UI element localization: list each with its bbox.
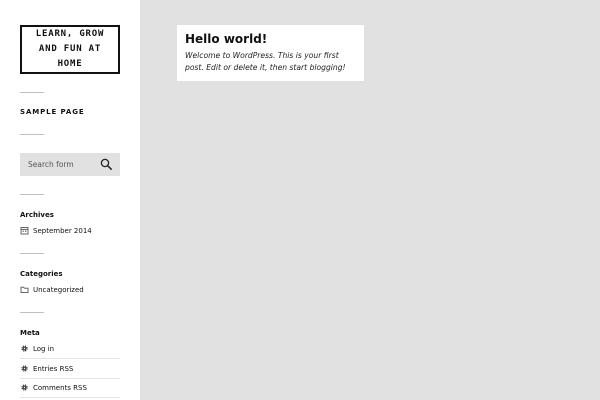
meta-item: Log in (20, 339, 120, 358)
gear-icon (20, 344, 29, 353)
archive-link-september-2014[interactable]: September 2014 (33, 227, 92, 235)
meta-item: Entries RSS (20, 359, 120, 378)
search-button[interactable] (99, 157, 114, 172)
search-input[interactable] (20, 153, 98, 176)
site-title-link[interactable]: LEARN, GROW AND FUN AT HOME (25, 27, 115, 72)
gear-icon (20, 364, 29, 373)
gear-icon (20, 383, 29, 392)
archives-title: Archives (20, 211, 54, 219)
category-link-uncategorized[interactable]: Uncategorized (33, 286, 84, 294)
separator (20, 194, 44, 195)
meta-link-log-in[interactable]: Log in (33, 345, 54, 353)
nav-sample-page[interactable]: SAMPLE PAGE (20, 108, 85, 116)
separator (20, 312, 44, 313)
meta-link-entries-rss[interactable]: Entries RSS (33, 365, 73, 373)
search-icon (100, 158, 112, 170)
search-form (20, 153, 120, 176)
categories-title: Categories (20, 270, 63, 278)
meta-title: Meta (20, 329, 40, 337)
meta-link-comments-rss[interactable]: Comments RSS (33, 384, 87, 392)
meta-item: Comments RSS (20, 378, 120, 397)
sidebar: LEARN, GROW AND FUN AT HOME SAMPLE PAGE … (0, 0, 140, 400)
divider (20, 397, 120, 398)
folder-icon (20, 285, 29, 294)
post-card: Hello world! Welcome to WordPress. This … (177, 25, 364, 81)
site-title-box: LEARN, GROW AND FUN AT HOME (20, 25, 120, 74)
post-excerpt: Welcome to WordPress. This is your first… (185, 51, 346, 72)
calendar-icon (20, 226, 29, 235)
separator (20, 253, 44, 254)
category-item: Uncategorized (20, 280, 120, 299)
separator (20, 92, 44, 93)
archive-item: September 2014 (20, 221, 120, 240)
post-title[interactable]: Hello world! (185, 32, 356, 47)
separator (20, 134, 44, 135)
